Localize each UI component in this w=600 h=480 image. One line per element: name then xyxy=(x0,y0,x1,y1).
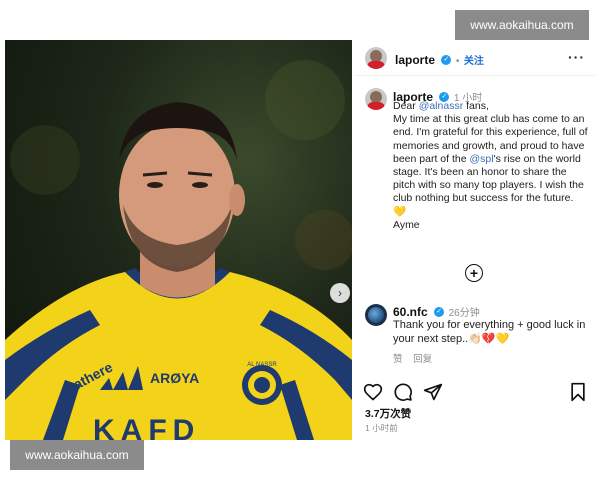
mention-link[interactable]: @alnassr xyxy=(419,100,464,112)
header-username[interactable]: laporte xyxy=(395,53,435,67)
header-separator: • xyxy=(455,56,460,67)
comment-text: Thank you for everything + good luck in … xyxy=(393,319,586,345)
comment-icon[interactable] xyxy=(393,382,413,402)
follow-button[interactable]: 关注 xyxy=(464,56,484,67)
watermark-top: www.aokaihua.com xyxy=(455,10,589,40)
next-photo-button[interactable]: › xyxy=(330,283,350,303)
caption-part: Dear xyxy=(393,100,419,112)
caption-avatar[interactable] xyxy=(365,88,387,110)
crest-text: AL NASSR xyxy=(247,362,277,368)
commenter-avatar[interactable] xyxy=(365,304,387,326)
avatar-shirt xyxy=(367,61,385,69)
comment-username[interactable]: 60.nfc xyxy=(393,305,428,319)
mention-link[interactable]: @spl xyxy=(469,153,493,165)
caption-part: fans, xyxy=(463,100,489,112)
globe-icon xyxy=(368,307,384,323)
bookmark-icon[interactable] xyxy=(569,382,587,402)
likes-count[interactable]: 3.7万次赞 xyxy=(365,406,411,421)
comment-actions: 赞 回复 xyxy=(393,351,432,365)
post-header: laporte ✓ • 关注 ··· xyxy=(355,40,595,76)
header-user-line: laporte ✓ • 关注 xyxy=(395,51,484,69)
verified-icon: ✓ xyxy=(441,54,452,65)
add-circle-icon[interactable]: + xyxy=(465,264,483,282)
post-panel: laporte ✓ • 关注 ··· laporte ✓ 1 小时 Dear @… xyxy=(355,40,595,440)
post-photo: AL NASSR Gathere ARØYA KAFD › xyxy=(5,40,352,440)
brand-text: ARØYA xyxy=(150,370,199,386)
watermark-bottom: www.aokaihua.com xyxy=(10,440,144,470)
verified-icon: ✓ xyxy=(434,306,445,317)
share-icon[interactable] xyxy=(423,382,443,402)
player-illustration: AL NASSR Gathere ARØYA KAFD xyxy=(5,60,352,440)
post-timestamp: 1 小时前 xyxy=(365,423,398,433)
avatar[interactable] xyxy=(365,47,387,69)
heart-icon[interactable] xyxy=(363,382,383,402)
more-options-button[interactable]: ··· xyxy=(568,49,585,65)
action-bar xyxy=(363,382,589,402)
next-icon: › xyxy=(338,286,342,300)
comment-reply-button[interactable]: 回复 xyxy=(413,354,432,365)
comment-like-button[interactable]: 赞 xyxy=(393,354,403,365)
kit-text: KAFD xyxy=(93,414,200,440)
avatar-shirt xyxy=(367,102,385,110)
caption-text: Dear @alnassr fans, My time at this grea… xyxy=(393,100,588,232)
caption-signoff: Ayme xyxy=(393,218,420,231)
